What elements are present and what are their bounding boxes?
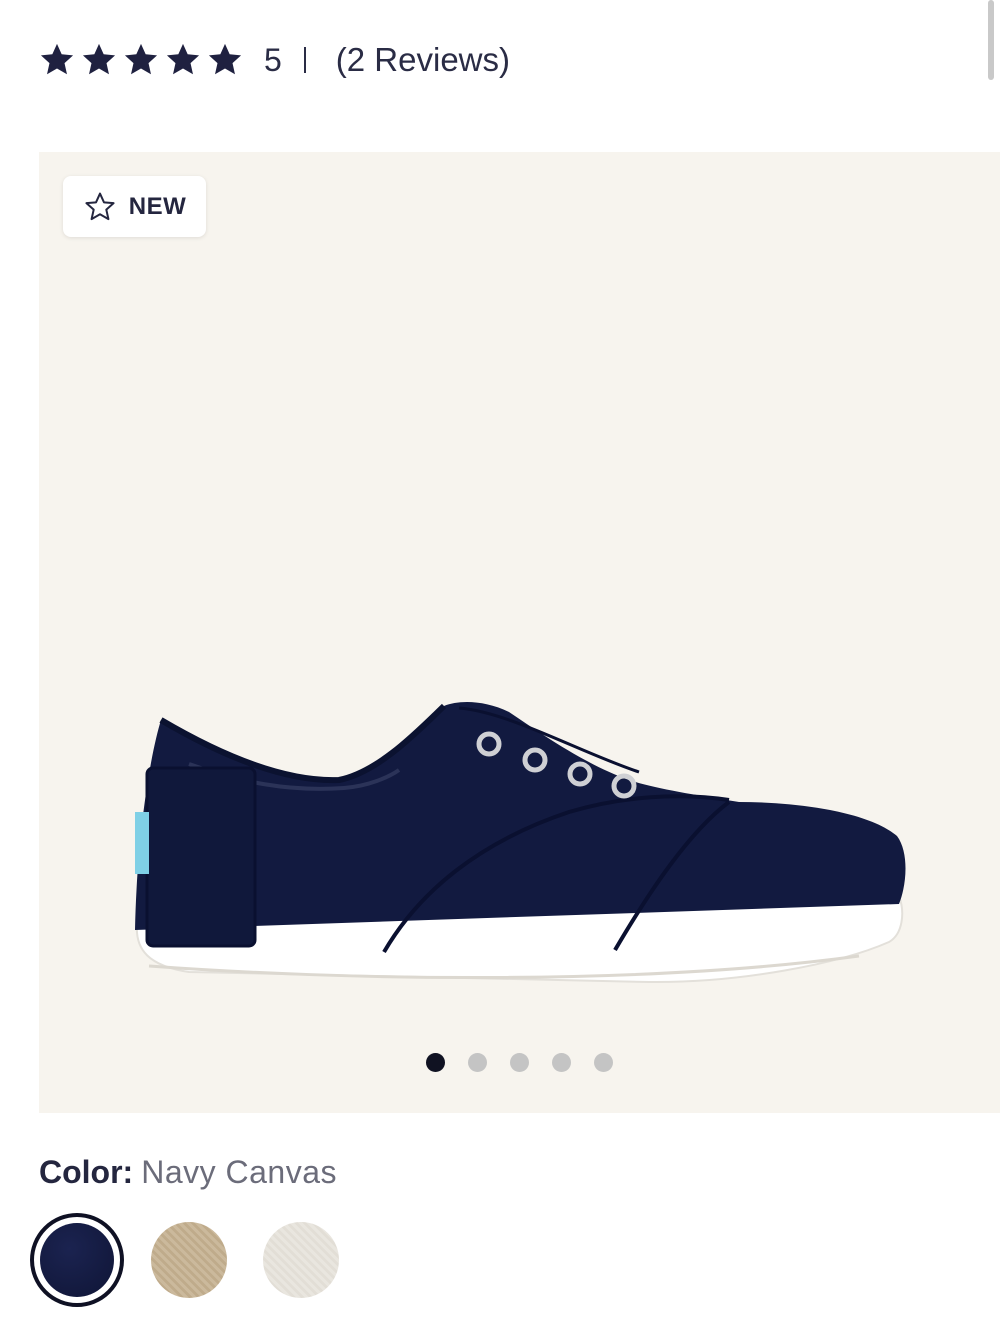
carousel-dot-2[interactable] [468, 1053, 487, 1072]
star-filled-icon [82, 43, 116, 75]
carousel-dot-4[interactable] [552, 1053, 571, 1072]
swatch-natural-burlap[interactable] [142, 1213, 236, 1307]
carousel-dot-5[interactable] [594, 1053, 613, 1072]
carousel-dot-3[interactable] [510, 1053, 529, 1072]
product-image[interactable] [39, 152, 1000, 1113]
product-image-gallery[interactable]: NEW [39, 152, 1000, 1113]
swatch-navy-canvas[interactable] [30, 1213, 124, 1307]
rating-value: 5 [264, 41, 282, 78]
reviews-count-link[interactable]: (2 Reviews) [336, 41, 510, 79]
swatch-fill [40, 1223, 114, 1297]
color-selector-header: Color: Navy Canvas [39, 1154, 337, 1191]
scrollbar[interactable] [988, 0, 994, 80]
selected-color-name: Navy Canvas [141, 1154, 337, 1190]
product-page: 5 (2 Reviews) NEW Color: Navy Canvas [0, 0, 1000, 1333]
rating-summary: 5 (2 Reviews) [38, 36, 510, 84]
swatch-fill [151, 1222, 227, 1298]
swatch-fill [263, 1222, 339, 1298]
swatch-white-canvas[interactable] [254, 1213, 348, 1307]
star-filled-icon [124, 43, 158, 75]
star-filled-icon [166, 43, 200, 75]
color-label: Color: [39, 1154, 134, 1190]
carousel-dot-1[interactable] [426, 1053, 445, 1072]
badge-label: NEW [128, 192, 187, 220]
star-filled-icon [208, 43, 242, 75]
color-swatches [30, 1213, 348, 1307]
star-filled-icon [40, 43, 74, 75]
new-badge: NEW [63, 176, 206, 237]
star-rating [38, 41, 244, 79]
divider [303, 47, 306, 73]
carousel-pagination [426, 1053, 613, 1072]
star-outline-icon [85, 192, 115, 220]
